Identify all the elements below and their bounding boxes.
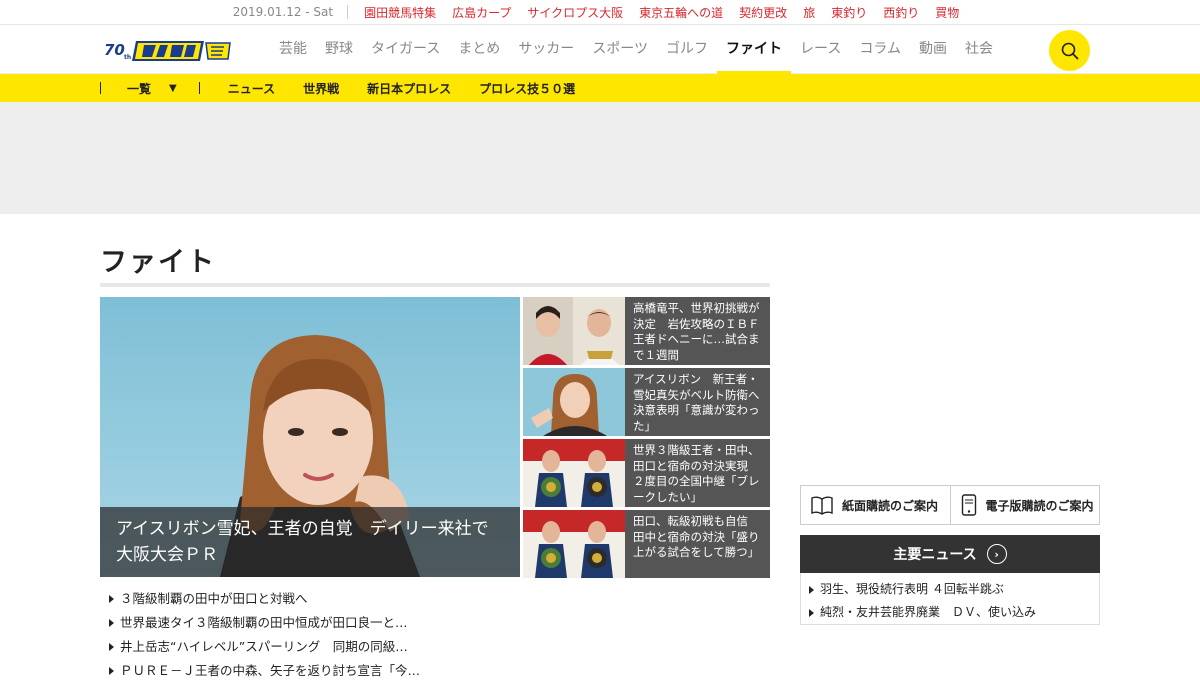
digital-subscription-button[interactable]: 電子版購読のご案内 [949, 486, 1100, 524]
global-nav: 芸能 野球 タイガース まとめ サッカー スポーツ ゴルフ ファイト レース コ… [270, 25, 1002, 74]
major-news-item[interactable]: 純烈・友井芸能界廃業 ＤＶ、使い込み [809, 601, 1091, 624]
major-news-panel: 主要ニュース › 羽生、現役続行表明 ４回転半跳ぶ 純烈・友井芸能界廃業 ＤＶ、… [800, 535, 1100, 625]
topbar-link[interactable]: 東釣り [831, 4, 867, 21]
major-news-header[interactable]: 主要ニュース › [800, 535, 1100, 573]
nav-golf[interactable]: ゴルフ [657, 25, 717, 74]
open-book-icon [811, 496, 833, 515]
article-thumbnail [523, 297, 625, 365]
nav-fight[interactable]: ファイト [717, 25, 792, 74]
major-news-item[interactable]: 羽生、現役続行表明 ４回転半跳ぶ [809, 578, 1091, 601]
dropdown-label: 一覧 [127, 81, 152, 96]
site-header: 70 th 芸能 野球 タイガース まとめ サッカー スポーツ ゴルフ ファイト… [0, 25, 1200, 74]
side-article[interactable]: 高橋竜平、世界初挑戦が決定 岩佐攻略のＩＢＦ王者ドヘニーに…試合まで１週間 [523, 297, 770, 365]
news-link[interactable]: ＰＵＲＥ－Ｊ王者の中森、矢子を返り討ち宣言「今… [108, 659, 443, 683]
chevron-right-icon: › [986, 544, 1007, 564]
sub-nav: 一覧 ▼ ニュース 世界戦 新日本プロレス プロレス技５０選 [0, 74, 1200, 102]
nav-tigers[interactable]: タイガース [362, 25, 449, 74]
topbar-link[interactable]: 買物 [935, 4, 959, 21]
side-article-title: 高橋竜平、世界初挑戦が決定 岩佐攻略のＩＢＦ王者ドヘニーに…試合まで１週間 [633, 301, 760, 362]
top-bar: 2019.01.12 - Sat 園田競馬特集 広島カープ サイクロプス大阪 東… [0, 0, 1200, 25]
topbar-link[interactable]: 旅 [803, 4, 815, 21]
nav-column[interactable]: コラム [850, 25, 910, 74]
side-article[interactable]: アイスリボン 新王者・雪妃真矢がベルト防衛へ決意表明「意識が変わった」 [523, 368, 770, 436]
nav-geino[interactable]: 芸能 [270, 25, 316, 74]
title-divider [100, 283, 770, 287]
svg-text:th: th [124, 54, 131, 61]
svg-text:70: 70 [104, 41, 125, 59]
paper-subscription-label: 紙面購読のご案内 [842, 498, 939, 513]
news-link[interactable]: 井上岳志“ハイレベル”スパーリング 同期の同級… [108, 635, 443, 659]
nav-soccer[interactable]: サッカー [509, 25, 583, 74]
side-article[interactable]: 田口、転級初戦も自信 田中と宿命の対決「盛り上がる試合をして勝つ」 [523, 510, 770, 578]
subnav-world-title[interactable]: 世界戦 [289, 80, 353, 97]
side-article-title: アイスリボン 新王者・雪妃真矢がベルト防衛へ決意表明「意識が変わった」 [633, 372, 760, 433]
digital-subscription-label: 電子版購読のご案内 [985, 498, 1094, 513]
nav-society[interactable]: 社会 [956, 25, 1002, 74]
subnav-news[interactable]: ニュース [200, 80, 289, 97]
major-news-title: 主要ニュース [893, 547, 977, 563]
news-link[interactable]: ３階級制覇の田中が田口と対戦へ [108, 587, 443, 611]
topbar-link[interactable]: サイクロプス大阪 [527, 4, 623, 21]
side-article-title: 世界３階級王者・田中、田口と宿命の対決実現 ２度目の全国中継「ブレークしたい」 [633, 443, 760, 504]
topbar-link[interactable]: 契約更改 [739, 4, 787, 21]
major-news-list: 羽生、現役続行表明 ４回転半跳ぶ 純烈・友井芸能界廃業 ＤＶ、使い込み [800, 573, 1100, 625]
hero-caption: アイスリボン雪妃、王者の自覚 デイリー来社で大阪大会ＰＲ [100, 507, 520, 577]
search-icon [1061, 42, 1078, 59]
news-list: ３階級制覇の田中が田口と対戦へ 世界最速タイ３階級制覇の田中恒成が田口良一と… … [108, 587, 768, 683]
topbar-link[interactable]: 西釣り [883, 4, 919, 21]
paper-subscription-button[interactable]: 紙面購読のご案内 [801, 486, 950, 524]
ad-banner-area [0, 102, 1200, 214]
side-article[interactable]: 世界３階級王者・田中、田口と宿命の対決実現 ２度目の全国中継「ブレークしたい」 [523, 439, 770, 507]
article-thumbnail [523, 368, 625, 436]
topbar-link[interactable]: 園田競馬特集 [364, 4, 436, 21]
subnav-njpw[interactable]: 新日本プロレス [353, 80, 465, 97]
article-thumbnail [523, 510, 625, 578]
nav-video[interactable]: 動画 [910, 25, 956, 74]
nav-sports[interactable]: スポーツ [583, 25, 657, 74]
category-dropdown[interactable]: 一覧 ▼ [101, 80, 199, 97]
nav-matome[interactable]: まとめ [449, 25, 509, 74]
news-link[interactable]: 世界最速タイ３階級制覇の田中恒成が田口良一と… [108, 611, 443, 635]
article-thumbnail [523, 439, 625, 507]
subscription-box: 紙面購読のご案内 電子版購読のご案内 [800, 485, 1100, 525]
topbar-link[interactable]: 東京五輪への道 [639, 4, 723, 21]
site-logo[interactable]: 70 th [104, 37, 234, 63]
search-button[interactable] [1049, 30, 1090, 71]
side-article-list: 高橋竜平、世界初挑戦が決定 岩佐攻略のＩＢＦ王者ドヘニーに…試合まで１週間 アイ… [523, 297, 770, 581]
page-title: ファイト [100, 247, 216, 278]
chevron-down-icon: ▼ [169, 82, 177, 94]
nav-race[interactable]: レース [791, 25, 850, 74]
daily-sports-logo-icon: 70 th [104, 41, 231, 61]
nav-yakyu[interactable]: 野球 [316, 25, 362, 74]
smartphone-icon [961, 494, 976, 516]
subnav-pro-wrestling-moves[interactable]: プロレス技５０選 [465, 80, 589, 97]
side-article-title: 田口、転級初戦も自信 田中と宿命の対決「盛り上がる試合をして勝つ」 [633, 514, 760, 559]
current-date: 2019.01.12 - Sat [233, 5, 349, 19]
topbar-link[interactable]: 広島カープ [452, 4, 511, 21]
hero-article[interactable]: アイスリボン雪妃、王者の自覚 デイリー来社で大阪大会ＰＲ [100, 297, 520, 577]
